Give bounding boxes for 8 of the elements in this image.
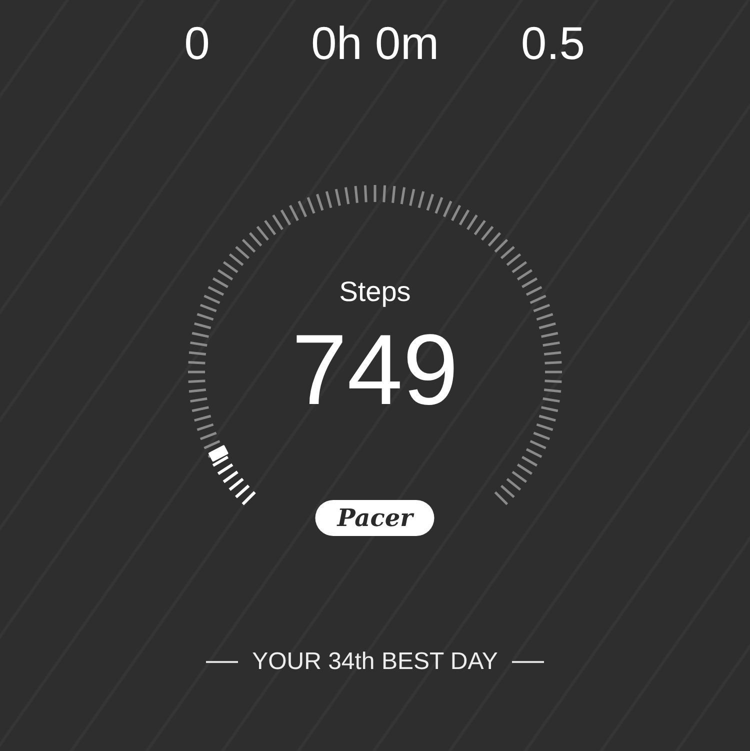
best-day-text: YOUR 34th BEST DAY — [252, 648, 498, 676]
stat-value: 0.5 — [520, 20, 586, 66]
steps-label: Steps — [339, 276, 411, 308]
logo-badge: Pacer — [315, 500, 435, 536]
stat-value: 0 — [183, 20, 211, 66]
gauge-marker — [208, 444, 229, 462]
stat-value: 0h 0m — [310, 20, 440, 66]
steps-count: 749 — [292, 320, 458, 420]
